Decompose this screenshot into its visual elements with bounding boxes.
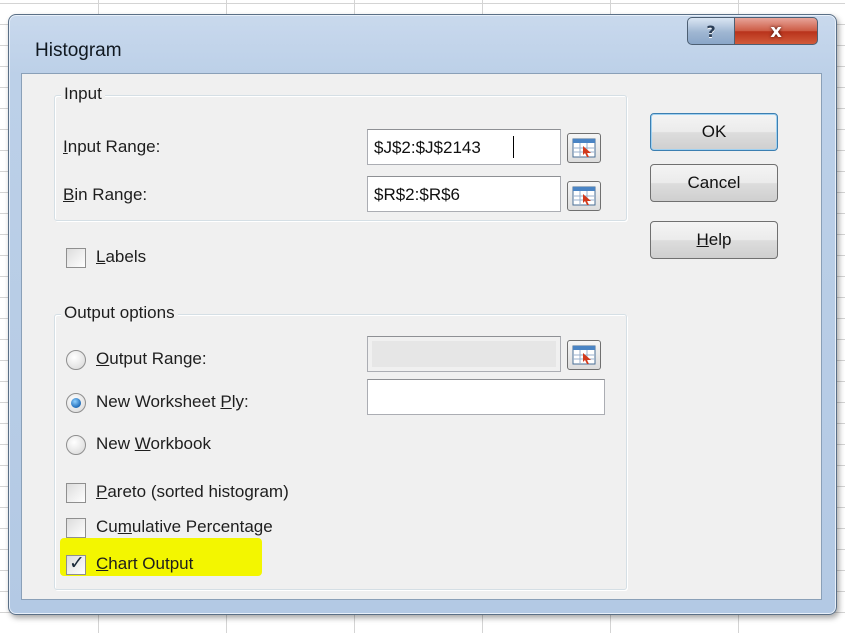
new-worksheet-ply-label[interactable]: New Worksheet Ply: — [96, 392, 249, 412]
dialog-body: Input Input Range: $J$2:$J$2143 Bin Rang… — [21, 73, 822, 600]
pareto-label[interactable]: Pareto (sorted histogram) — [96, 482, 289, 502]
output-range-selector-button[interactable] — [567, 340, 601, 370]
new-worksheet-ply-radio[interactable] — [66, 393, 86, 413]
text-caret — [513, 136, 514, 158]
output-range-label[interactable]: Output Range: — [96, 349, 207, 369]
pareto-checkbox[interactable] — [66, 483, 86, 503]
title-close-button[interactable]: x — [734, 17, 818, 45]
labels-checkbox[interactable] — [66, 248, 86, 268]
title-bar[interactable]: Histogram ? x — [9, 15, 836, 71]
output-range-disabled-fill — [372, 341, 556, 367]
dialog-title: Histogram — [35, 40, 122, 61]
chart-output-checkbox[interactable]: ✓ — [66, 552, 86, 575]
cancel-button[interactable]: Cancel — [650, 164, 778, 202]
cumulative-percentage-label[interactable]: Cumulative Percentage — [96, 517, 273, 537]
close-icon: x — [770, 20, 782, 42]
checkmark-icon: ✓ — [69, 552, 85, 574]
ok-button-label: OK — [701, 122, 727, 141]
radio-selected-dot — [71, 398, 81, 408]
histogram-dialog: Histogram ? x Input Input Range: $J$2:$J… — [8, 14, 837, 615]
output-range-field[interactable] — [367, 336, 561, 372]
new-workbook-label[interactable]: New Workbook — [96, 434, 211, 454]
bin-range-value: $R$2:$R$6 — [374, 185, 461, 204]
ok-button[interactable]: OK — [650, 113, 778, 151]
bin-range-field[interactable]: $R$2:$R$6 — [367, 176, 561, 212]
new-worksheet-ply-field[interactable] — [367, 379, 605, 415]
title-help-button[interactable]: ? — [687, 17, 735, 45]
bin-range-label: Bin Range: — [63, 185, 148, 204]
input-range-selector-button[interactable] — [567, 133, 601, 163]
output-range-radio[interactable] — [66, 350, 86, 370]
input-range-field[interactable]: $J$2:$J$2143 — [367, 129, 561, 165]
input-range-label: Input Range: — [63, 137, 161, 156]
input-range-value: $J$2:$J$2143 — [374, 138, 481, 157]
help-button[interactable]: Help — [650, 221, 778, 259]
output-options-legend: Output options — [61, 303, 178, 323]
collapse-dialog-icon — [572, 345, 596, 365]
chart-output-label[interactable]: Chart Output — [96, 554, 193, 574]
cancel-button-label: Cancel — [687, 173, 741, 192]
collapse-dialog-icon — [572, 138, 596, 158]
question-mark-icon: ? — [706, 21, 716, 41]
labels-label[interactable]: Labels — [96, 247, 146, 267]
bin-range-selector-button[interactable] — [567, 181, 601, 211]
new-workbook-radio[interactable] — [66, 435, 86, 455]
cumulative-percentage-checkbox[interactable] — [66, 518, 86, 538]
collapse-dialog-icon — [572, 186, 596, 206]
input-group-legend: Input — [61, 84, 105, 104]
help-button-label: Help — [696, 230, 732, 249]
